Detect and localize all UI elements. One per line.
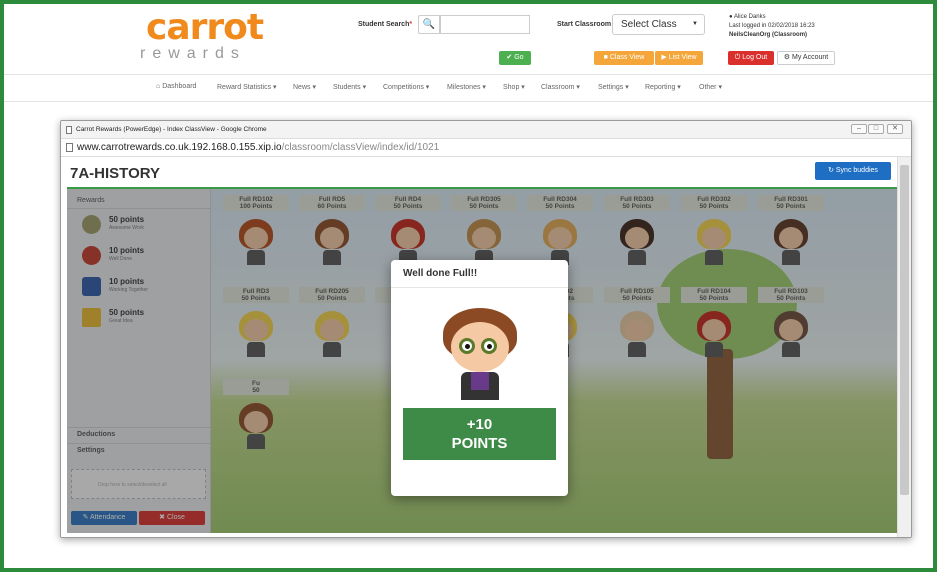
modal-title: Well done Full!! [391, 260, 568, 288]
class-title: 7A-HISTORY [70, 165, 161, 182]
avatar-shirt [471, 372, 489, 390]
student-search-input[interactable] [440, 15, 530, 34]
nav-students[interactable]: Students ▾ [333, 83, 366, 91]
nav-competitions[interactable]: Competitions ▾ [383, 83, 429, 91]
sync-buddies-button[interactable]: ↻ Sync buddies [815, 162, 891, 180]
window-title: Carrot Rewards (PowerEdge) - Index Class… [76, 126, 267, 133]
scrollbar-thumb[interactable] [900, 165, 909, 495]
nav-news[interactable]: News ▾ [293, 83, 316, 91]
select-class-value: Select Class [621, 19, 677, 30]
minimize-button[interactable]: – [851, 124, 867, 134]
points-value: +10 [466, 416, 493, 433]
points-awarded-badge: +10 POINTS [403, 408, 556, 460]
logo-text: carrot [146, 7, 264, 48]
user-name: Alice Danks [733, 14, 766, 20]
org-name: NeilsCleanOrg (Classroom) [729, 32, 808, 38]
logo-subtext: rewards [140, 45, 246, 62]
search-icon[interactable]: 🔍 [418, 15, 440, 34]
select-class-dropdown[interactable]: Select Class ▼ [612, 14, 705, 35]
last-logged-in: Last logged in 02/02/2018 16:23 [729, 23, 815, 29]
user-icon: ● [729, 14, 733, 20]
avatar-eye [459, 338, 475, 354]
nav-settings[interactable]: Settings ▾ [598, 83, 629, 91]
points-label: POINTS [451, 435, 508, 452]
class-view-button[interactable]: ■ Class View [594, 51, 654, 65]
nav-reward-statistics[interactable]: Reward Statistics ▾ [217, 83, 277, 91]
nav-classroom[interactable]: Classroom ▾ [541, 83, 580, 91]
main-nav: ⌂ Dashboard Reward Statistics ▾ News ▾ S… [0, 74, 937, 102]
start-classroom-label: Start Classroom [557, 21, 612, 28]
nav-dashboard[interactable]: ⌂ Dashboard [156, 83, 196, 90]
page-icon [66, 143, 73, 152]
student-avatar [443, 308, 517, 400]
carrot-rewards-logo[interactable]: carrot rewards [140, 7, 264, 62]
nav-shop[interactable]: Shop ▾ [503, 83, 525, 91]
nav-other[interactable]: Other ▾ [699, 83, 722, 91]
close-window-button[interactable]: ✕ [887, 124, 903, 134]
my-account-button[interactable]: ⚙ My Account [777, 51, 835, 65]
student-search-label: Student Search* [358, 21, 413, 28]
points-awarded-modal: Well done Full!! +10 POINTS [391, 260, 568, 496]
avatar-eye [481, 338, 497, 354]
log-out-button[interactable]: ⏻ Log Out [728, 51, 774, 65]
address-bar[interactable]: www.carrotrewards.co.uk.192.168.0.155.xi… [61, 139, 911, 157]
chevron-down-icon: ▼ [692, 21, 698, 27]
nav-reporting[interactable]: Reporting ▾ [645, 83, 681, 91]
page-scrollbar[interactable] [897, 157, 911, 537]
maximize-button[interactable]: □ [868, 124, 884, 134]
nav-milestones[interactable]: Milestones ▾ [447, 83, 486, 91]
go-button[interactable]: ✔ Go [499, 51, 531, 65]
user-info: ● Alice Danks Last logged in 02/02/2018 … [729, 13, 815, 40]
url-host: www.carrotrewards.co.uk.192.168.0.155.xi… [77, 142, 282, 153]
list-view-button[interactable]: ▶ List View [655, 51, 703, 65]
window-titlebar[interactable]: Carrot Rewards (PowerEdge) - Index Class… [61, 121, 911, 139]
url-path: /classroom/classView/index/id/1021 [281, 142, 440, 153]
page-icon [66, 126, 72, 134]
